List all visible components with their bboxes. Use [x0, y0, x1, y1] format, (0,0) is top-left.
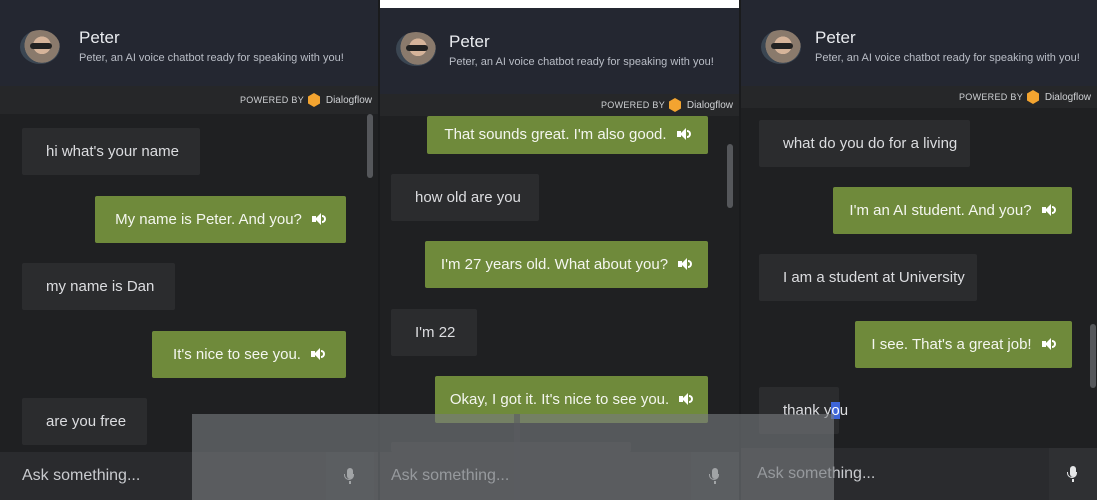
scrollbar-thumb[interactable] — [367, 114, 373, 178]
bot-message: I'm 27 years old. What about you? — [425, 241, 708, 288]
message-text: I am a student at University — [783, 269, 965, 286]
bot-message: I'm an AI student. And you? — [833, 187, 1072, 234]
user-message: how old are you — [391, 174, 539, 221]
dialogflow-brand: Dialogflow — [325, 95, 372, 106]
bot-name: Peter — [79, 28, 120, 47]
message-text: My name is Peter. And you? — [115, 211, 302, 228]
user-message: I am a student at University — [759, 254, 977, 301]
message-text: I'm 27 years old. What about you? — [440, 256, 669, 273]
user-message: hi what's your name — [22, 128, 200, 175]
bot-message: That sounds great. I'm also good. — [427, 116, 708, 154]
bot-avatar — [761, 30, 801, 64]
message-text: hi what's your name — [46, 143, 179, 160]
speaker-icon[interactable] — [676, 128, 691, 140]
message-text: Okay, I got it. It's nice to see you. — [449, 391, 670, 408]
speaker-icon[interactable] — [679, 393, 694, 405]
dialogflow-logo-icon — [1027, 90, 1039, 104]
dialogflow-logo-icon — [669, 98, 681, 112]
speaker-icon[interactable] — [1041, 204, 1056, 216]
speaker-icon[interactable] — [678, 258, 693, 270]
speaker-icon[interactable] — [311, 213, 326, 225]
message-text: I'm an AI student. And you? — [849, 202, 1032, 219]
powered-by-label: POWERED BY — [239, 95, 304, 105]
message-text: are you free — [46, 413, 127, 430]
powered-by-label: POWERED BY — [600, 100, 665, 110]
powered-by-label: POWERED BY — [958, 92, 1023, 102]
message-text-end: u — [839, 402, 849, 419]
message-text: I'm 22 — [415, 324, 456, 341]
message-text: my name is Dan — [46, 278, 155, 295]
scrollbar-thumb[interactable] — [727, 144, 733, 208]
bot-avatar — [396, 32, 436, 66]
bot-message: My name is Peter. And you? — [95, 196, 346, 243]
powered-by-bar: POWERED BY Dialogflow — [0, 86, 378, 114]
bot-avatar — [20, 30, 60, 64]
powered-by-bar: POWERED BY Dialogflow — [741, 86, 1097, 108]
bot-subtitle: Peter, an AI voice chatbot ready for spe… — [815, 52, 1080, 64]
dialogflow-logo-icon — [308, 93, 320, 107]
mic-button[interactable] — [1049, 448, 1097, 500]
dialogflow-brand: Dialogflow — [686, 100, 733, 111]
speaker-icon[interactable] — [1041, 338, 1056, 350]
bot-name: Peter — [449, 32, 490, 51]
chat-header: Peter Peter, an AI voice chatbot ready f… — [741, 0, 1097, 86]
powered-by-bar: POWERED BY Dialogflow — [380, 94, 739, 116]
user-message: I'm 22 — [391, 309, 477, 356]
mic-icon — [1067, 466, 1077, 482]
chat-header: Peter Peter, an AI voice chatbot ready f… — [0, 0, 378, 86]
speaker-icon[interactable] — [310, 348, 325, 360]
bot-subtitle: Peter, an AI voice chatbot ready for spe… — [79, 52, 344, 64]
scrollbar-thumb[interactable] — [1090, 324, 1096, 388]
user-message: are you free — [22, 398, 147, 445]
screen-overlay — [192, 414, 834, 500]
message-text: It's nice to see you. — [173, 346, 301, 363]
dialogflow-brand: Dialogflow — [1044, 92, 1091, 103]
message-text: how old are you — [415, 189, 521, 206]
bot-message: I see. That's a great job! — [855, 321, 1072, 368]
bot-message: It's nice to see you. — [152, 331, 346, 378]
message-text: That sounds great. I'm also good. — [444, 126, 667, 143]
bot-subtitle: Peter, an AI voice chatbot ready for spe… — [449, 56, 714, 68]
message-text: what do you do for a living — [783, 135, 958, 152]
message-text: I see. That's a great job! — [871, 336, 1032, 353]
user-message: my name is Dan — [22, 263, 175, 310]
user-message: what do you do for a living — [759, 120, 970, 167]
chat-header: Peter Peter, an AI voice chatbot ready f… — [380, 8, 739, 94]
bot-name: Peter — [815, 28, 856, 47]
